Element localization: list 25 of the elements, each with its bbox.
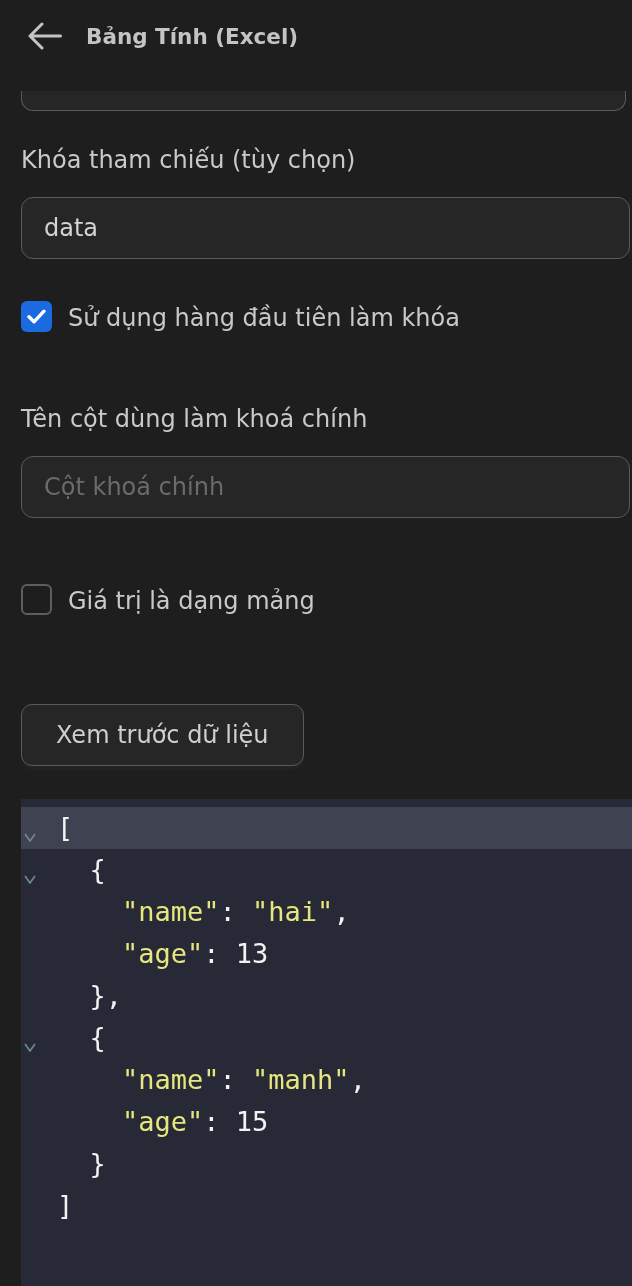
chevron-down-icon[interactable] <box>24 833 36 842</box>
code-line: } <box>88 1147 106 1181</box>
back-arrow-icon[interactable] <box>28 22 62 50</box>
code-line: "name": "manh", <box>121 1063 366 1097</box>
chevron-down-icon[interactable] <box>24 875 36 884</box>
code-line: { <box>88 1021 106 1055</box>
field-label: Tên cột dùng làm khoá chính <box>21 404 368 434</box>
code-line: }, <box>88 979 123 1013</box>
code-line: "age": 15 <box>121 1105 269 1139</box>
code-line: "name": "hai", <box>121 895 350 929</box>
input-field[interactable] <box>21 91 626 111</box>
chevron-down-icon[interactable] <box>24 1043 36 1052</box>
code-line: [ <box>57 811 74 845</box>
page-title: Bảng Tính (Excel) <box>86 23 299 49</box>
checkbox[interactable] <box>21 584 52 615</box>
checkmark-icon <box>27 309 46 324</box>
checkbox[interactable] <box>21 301 52 332</box>
code-line: "age": 13 <box>121 937 269 971</box>
checkbox-label[interactable]: Giá trị là dạng mảng <box>68 586 315 616</box>
input-field[interactable]: data <box>21 197 630 259</box>
code-line: ] <box>57 1189 74 1223</box>
input-field[interactable]: Cột khoá chính <box>21 456 630 518</box>
field-label: Khóa tham chiếu (tùy chọn) <box>21 145 356 175</box>
code-line: { <box>88 853 106 887</box>
checkbox-label[interactable]: Sử dụng hàng đầu tiên làm khóa <box>68 303 460 333</box>
